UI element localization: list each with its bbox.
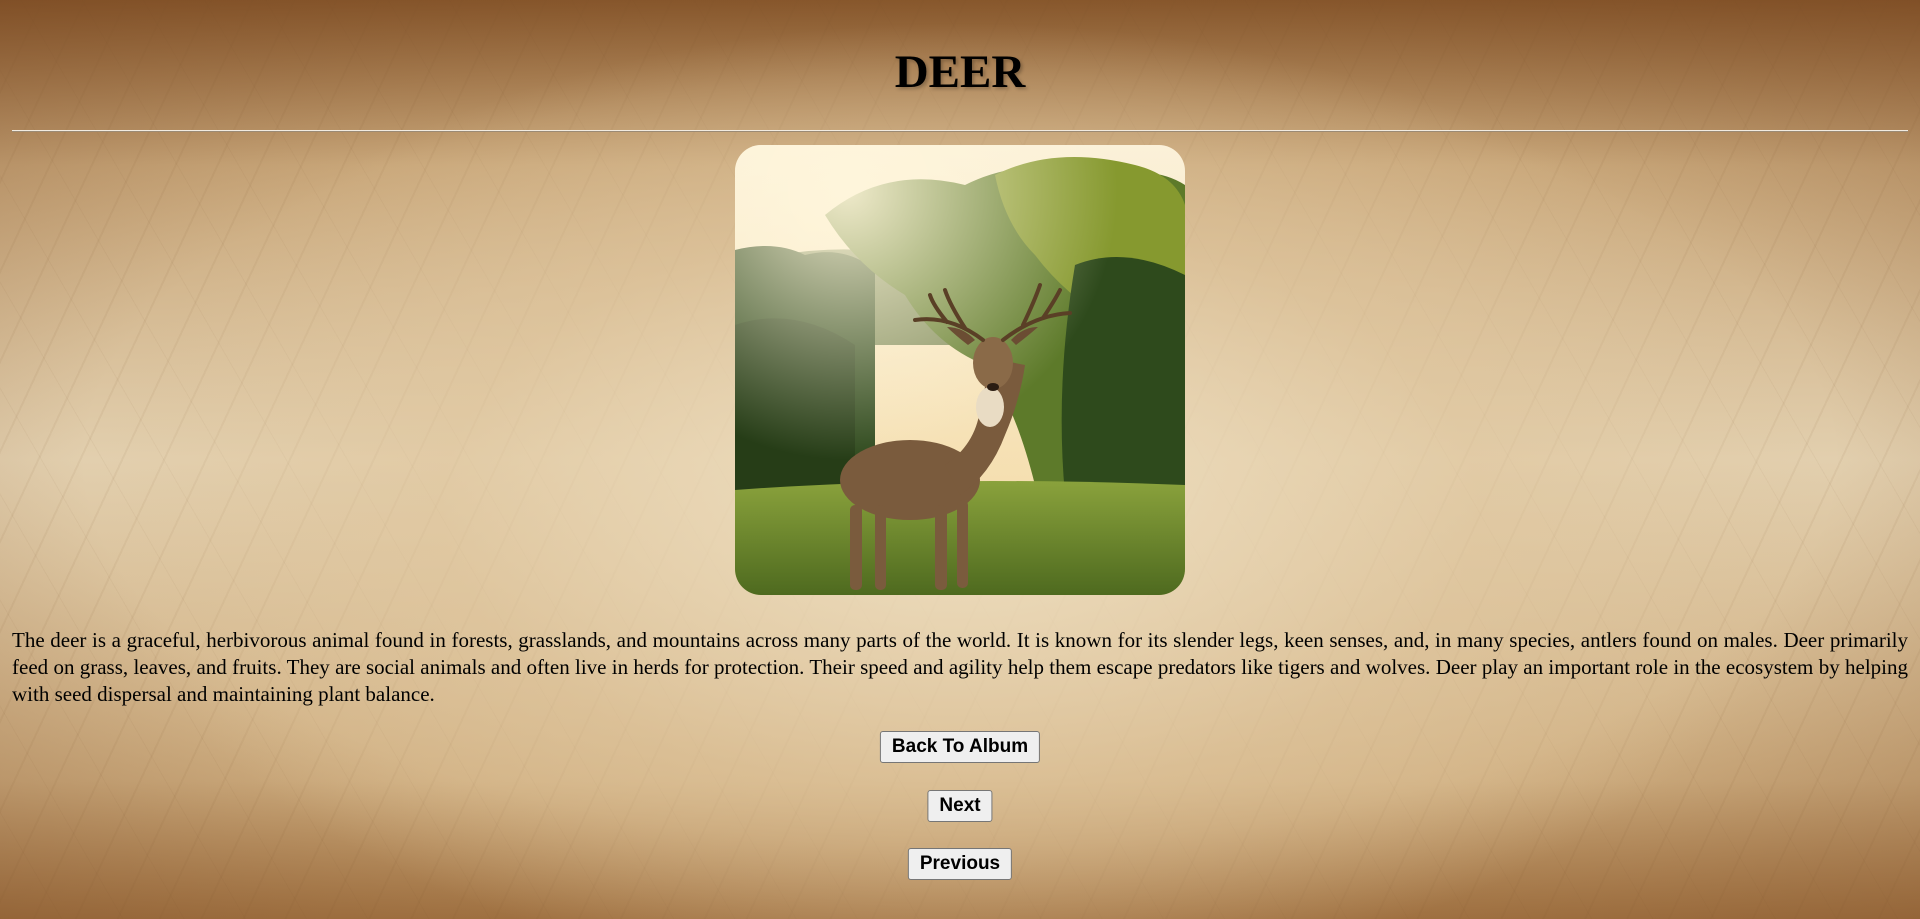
- deer-photo-illustration: [735, 145, 1185, 595]
- divider: [12, 130, 1908, 132]
- back-to-album-button[interactable]: Back To Album: [879, 731, 1041, 763]
- deer-description: The deer is a graceful, herbivorous anim…: [12, 628, 1908, 706]
- page-title: DEER: [894, 46, 1026, 98]
- deer-photo: [735, 145, 1185, 595]
- previous-button[interactable]: Previous: [907, 848, 1013, 880]
- next-button[interactable]: Next: [927, 790, 993, 822]
